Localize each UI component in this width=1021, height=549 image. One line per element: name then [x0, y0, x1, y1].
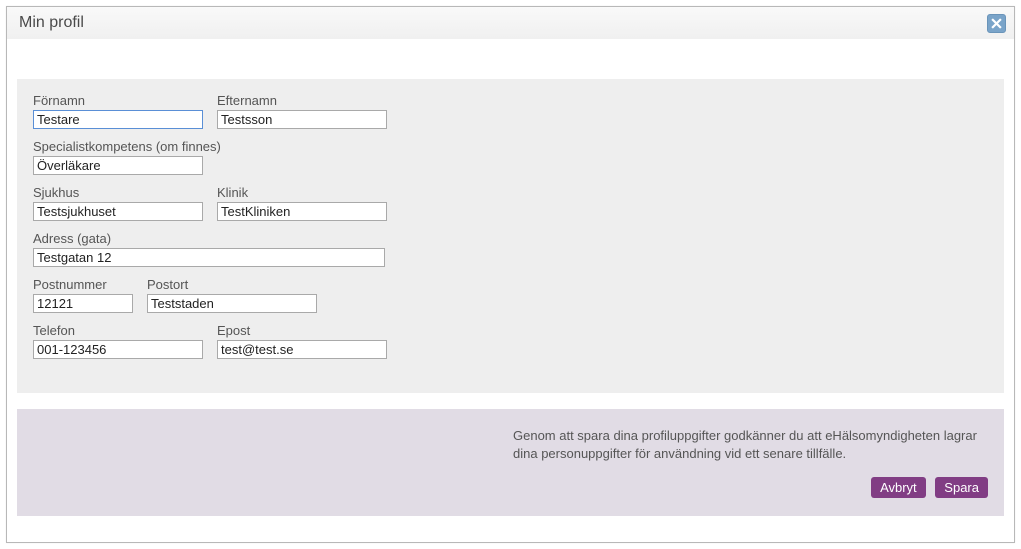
top-bar — [17, 49, 1004, 71]
epost-input[interactable] — [217, 340, 387, 359]
sjukhus-label: Sjukhus — [33, 185, 203, 200]
specialist-input[interactable] — [33, 156, 203, 175]
sjukhus-input[interactable] — [33, 202, 203, 221]
postnr-label: Postnummer — [33, 277, 133, 292]
klinik-input[interactable] — [217, 202, 387, 221]
epost-field: Epost — [217, 323, 387, 359]
adress-label: Adress (gata) — [33, 231, 385, 246]
sjukhus-field: Sjukhus — [33, 185, 203, 221]
close-icon — [991, 18, 1002, 29]
dialog-body: Förnamn Efternamn Specialistkompetens (o… — [7, 39, 1014, 542]
consent-text: Genom att spara dina profiluppgifter god… — [513, 427, 988, 463]
efternamn-field: Efternamn — [217, 93, 387, 129]
postort-label: Postort — [147, 277, 317, 292]
save-button[interactable]: Spara — [935, 477, 988, 498]
profile-dialog: Min profil Förnamn Efternamn — [6, 6, 1015, 543]
form-area: Förnamn Efternamn Specialistkompetens (o… — [17, 79, 1004, 393]
specialist-field: Specialistkompetens (om finnes) — [33, 139, 221, 175]
epost-label: Epost — [217, 323, 387, 338]
efternamn-input[interactable] — [217, 110, 387, 129]
postnr-field: Postnummer — [33, 277, 133, 313]
fornamn-input[interactable] — [33, 110, 203, 129]
fornamn-label: Förnamn — [33, 93, 203, 108]
dialog-title: Min profil — [19, 14, 84, 32]
klinik-field: Klinik — [217, 185, 387, 221]
postnr-input[interactable] — [33, 294, 133, 313]
adress-input[interactable] — [33, 248, 385, 267]
specialist-label: Specialistkompetens (om finnes) — [33, 139, 221, 154]
postort-field: Postort — [147, 277, 317, 313]
telefon-field: Telefon — [33, 323, 203, 359]
fornamn-field: Förnamn — [33, 93, 203, 129]
cancel-button[interactable]: Avbryt — [871, 477, 926, 498]
button-row: Avbryt Spara — [33, 477, 988, 498]
telefon-label: Telefon — [33, 323, 203, 338]
klinik-label: Klinik — [217, 185, 387, 200]
adress-field: Adress (gata) — [33, 231, 385, 267]
close-button[interactable] — [987, 14, 1006, 33]
footer-area: Genom att spara dina profiluppgifter god… — [17, 409, 1004, 516]
dialog-header: Min profil — [7, 7, 1014, 39]
efternamn-label: Efternamn — [217, 93, 387, 108]
telefon-input[interactable] — [33, 340, 203, 359]
postort-input[interactable] — [147, 294, 317, 313]
